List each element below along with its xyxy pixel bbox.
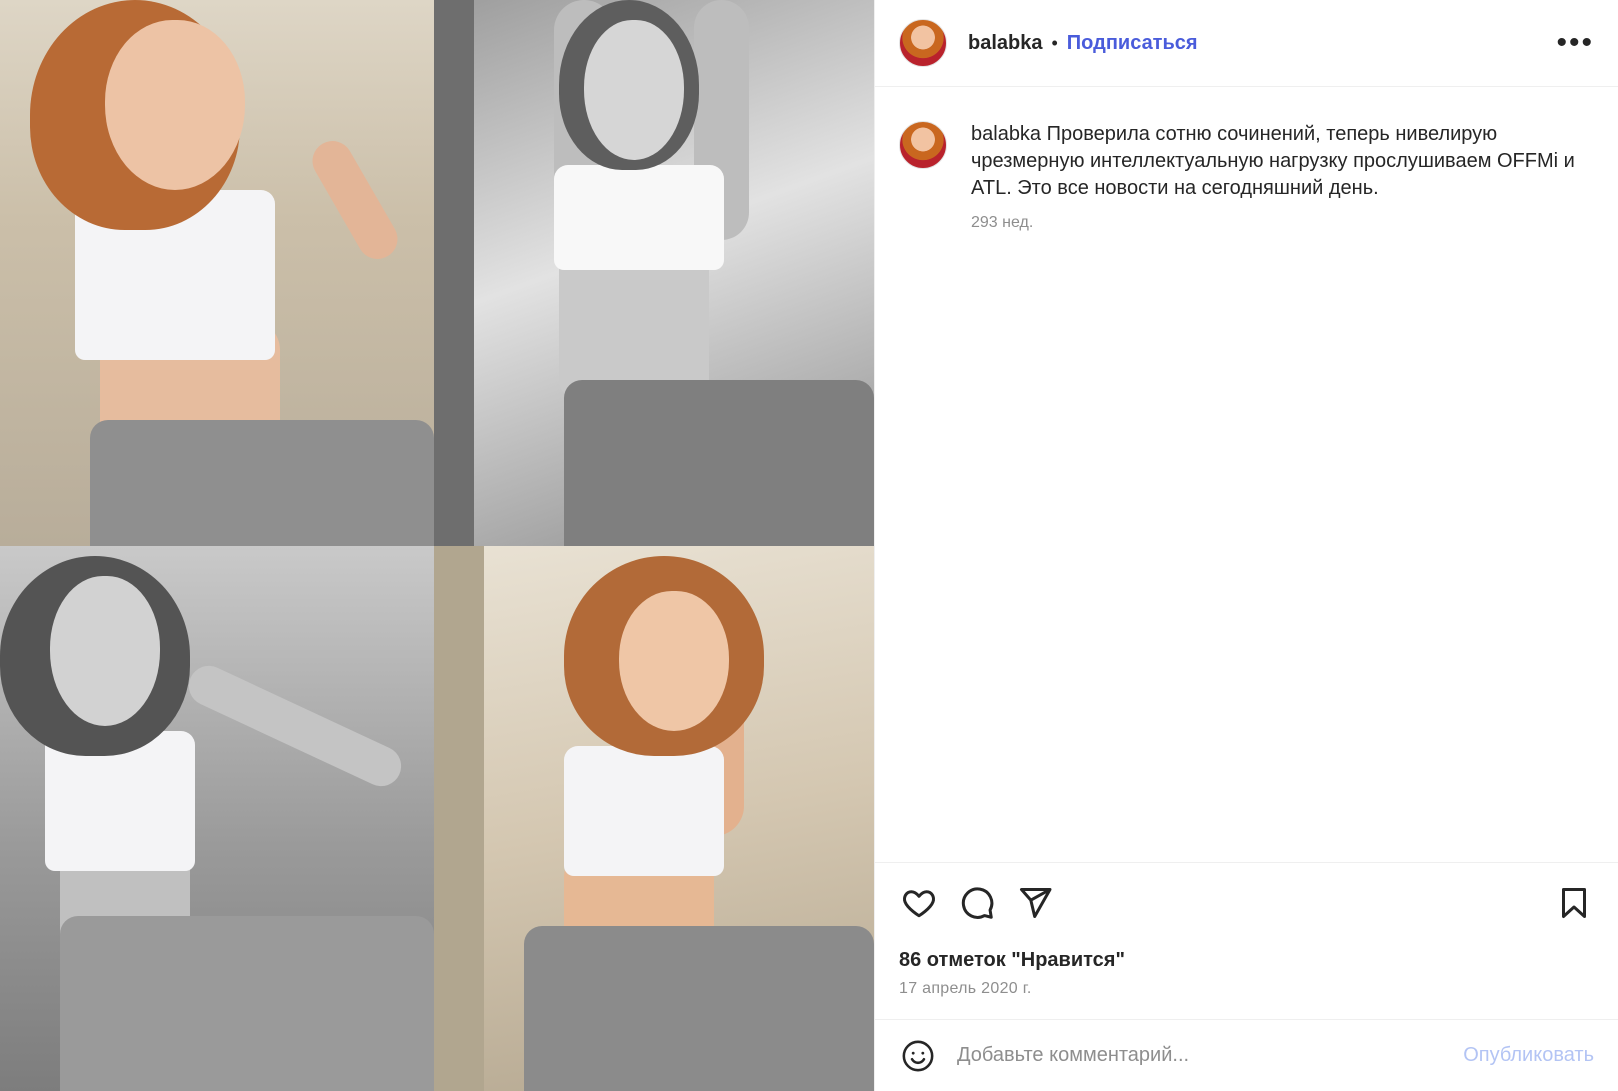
- emoji-button[interactable]: [899, 1037, 937, 1075]
- post-date[interactable]: 17 апрель 2020 г.: [875, 980, 1618, 998]
- caption-username[interactable]: balabka: [971, 123, 1041, 145]
- actions-section: 86 отметок "Нравится" 17 апрель 2020 г.: [875, 862, 1618, 998]
- action-bar: [875, 863, 1618, 943]
- caption-avatar[interactable]: [899, 121, 947, 169]
- post-side-panel: balabka • Подписаться ••• balabka Провер…: [874, 0, 1618, 1091]
- emoji-icon: [902, 1040, 934, 1071]
- photo-top-right: [434, 0, 874, 546]
- likes-count[interactable]: 86 отметок "Нравится": [875, 949, 1618, 972]
- comment-icon: [961, 887, 994, 919]
- photo-top-left: [0, 0, 434, 546]
- heart-icon: [903, 890, 935, 918]
- comment-form: Опубликовать: [875, 1019, 1618, 1091]
- publish-button[interactable]: Опубликовать: [1463, 1044, 1594, 1067]
- post-media[interactable]: [0, 0, 874, 1091]
- photo-bottom-left: [0, 546, 434, 1091]
- like-button[interactable]: [899, 883, 939, 923]
- more-horizontal-icon[interactable]: •••: [1556, 28, 1594, 58]
- save-button[interactable]: [1554, 883, 1594, 923]
- comment-button[interactable]: [957, 883, 997, 923]
- photo-bottom-right: [434, 546, 874, 1091]
- post-caption: balabka Проверила сотню сочинений, тепер…: [875, 87, 1618, 232]
- header-username[interactable]: balabka: [968, 32, 1042, 55]
- avatar[interactable]: [899, 19, 947, 67]
- send-icon: [1020, 888, 1052, 918]
- post-container: balabka • Подписаться ••• balabka Провер…: [0, 0, 1618, 1091]
- caption-age[interactable]: 293 нед.: [971, 214, 1594, 232]
- caption-text: Проверила сотню сочинений, теперь нивели…: [971, 123, 1575, 199]
- bookmark-icon: [1562, 888, 1586, 918]
- comment-input[interactable]: [957, 1044, 1464, 1067]
- post-header: balabka • Подписаться •••: [875, 0, 1618, 87]
- follow-button[interactable]: Подписаться: [1067, 32, 1198, 55]
- separator-dot: •: [1051, 32, 1058, 53]
- share-button[interactable]: [1015, 883, 1055, 923]
- caption-body: balabka Проверила сотню сочинений, тепер…: [971, 121, 1594, 202]
